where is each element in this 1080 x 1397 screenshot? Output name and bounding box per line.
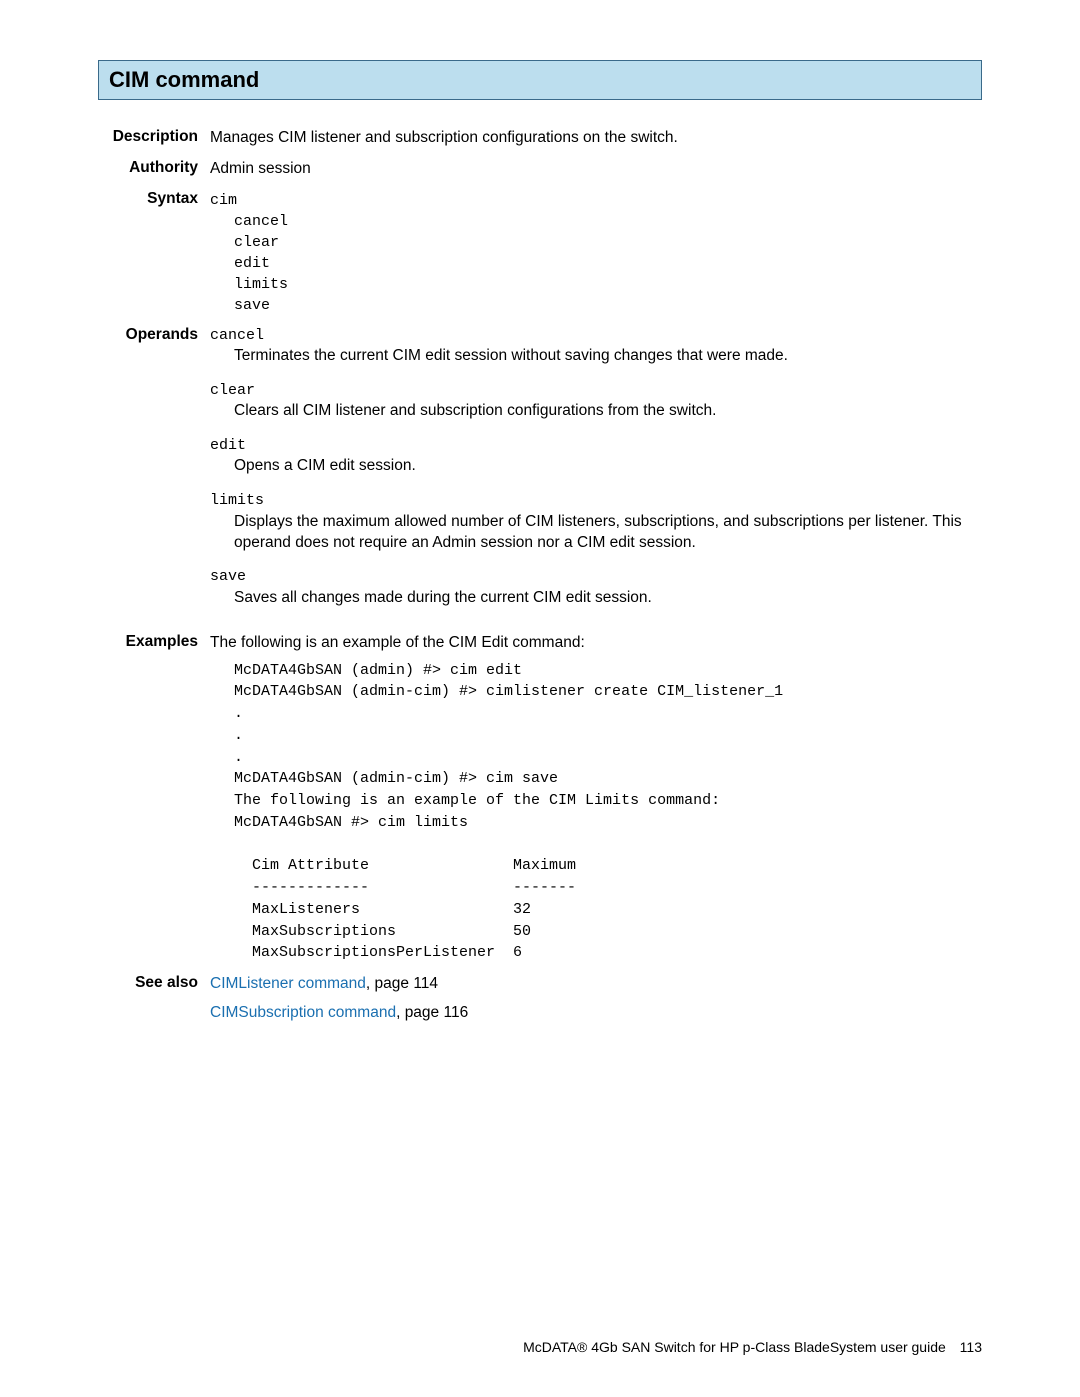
operand-name: save xyxy=(210,567,982,587)
operand-item: cancel Terminates the current CIM edit s… xyxy=(210,326,982,367)
operand-desc: Saves all changes made during the curren… xyxy=(210,588,982,609)
seealso-link[interactable]: CIMSubscription command xyxy=(210,1004,396,1021)
syntax-row: Syntax cim cancel clear edit limits save xyxy=(98,190,982,316)
operand-item: edit Opens a CIM edit session. xyxy=(210,436,982,477)
authority-row: Authority Admin session xyxy=(98,159,982,180)
operands-row: Operands cancel Terminates the current C… xyxy=(98,326,982,623)
operand-name: edit xyxy=(210,436,982,456)
seealso-link[interactable]: CIMListener command xyxy=(210,975,366,992)
description-row: Description Manages CIM listener and sub… xyxy=(98,128,982,149)
operand-desc: Clears all CIM listener and subscription… xyxy=(210,401,982,422)
examples-label: Examples xyxy=(98,633,210,651)
authority-label: Authority xyxy=(98,159,210,177)
footer-page-number: 113 xyxy=(960,1339,982,1355)
operand-item: save Saves all changes made during the c… xyxy=(210,567,982,608)
operand-name: limits xyxy=(210,491,982,511)
document-page: CIM command Description Manages CIM list… xyxy=(0,0,1080,1397)
seealso-item: CIMSubscription command, page 116 xyxy=(210,1003,982,1024)
section-title: CIM command xyxy=(109,67,971,93)
syntax-label: Syntax xyxy=(98,190,210,208)
seealso-suffix: , page 114 xyxy=(366,975,438,992)
operand-desc: Displays the maximum allowed number of C… xyxy=(210,512,982,554)
operands-list: cancel Terminates the current CIM edit s… xyxy=(210,326,982,623)
syntax-arg: limits xyxy=(210,274,982,295)
syntax-block: cim cancel clear edit limits save xyxy=(210,190,982,316)
examples-row: Examples The following is an example of … xyxy=(98,633,982,964)
syntax-arg: edit xyxy=(210,253,982,274)
operand-item: clear Clears all CIM listener and subscr… xyxy=(210,381,982,422)
section-title-bar: CIM command xyxy=(98,60,982,100)
examples-intro: The following is an example of the CIM E… xyxy=(210,633,982,654)
seealso-suffix: , page 116 xyxy=(396,1004,468,1021)
seealso-label: See also xyxy=(98,974,210,992)
operand-name: clear xyxy=(210,381,982,401)
footer-text: McDATA® 4Gb SAN Switch for HP p-Class Bl… xyxy=(523,1339,946,1355)
page-footer: McDATA® 4Gb SAN Switch for HP p-Class Bl… xyxy=(523,1339,982,1355)
operand-item: limits Displays the maximum allowed numb… xyxy=(210,491,982,553)
syntax-command: cim xyxy=(210,190,982,211)
operand-desc: Terminates the current CIM edit session … xyxy=(210,346,982,367)
seealso-list: CIMListener command, page 114 CIMSubscri… xyxy=(210,974,982,1032)
seealso-item: CIMListener command, page 114 xyxy=(210,974,982,995)
examples-code: McDATA4GbSAN (admin) #> cim edit McDATA4… xyxy=(234,660,982,965)
description-text: Manages CIM listener and subscription co… xyxy=(210,128,982,149)
syntax-arg: clear xyxy=(210,232,982,253)
syntax-arg: save xyxy=(210,295,982,316)
seealso-row: See also CIMListener command, page 114 C… xyxy=(98,974,982,1032)
examples-block: The following is an example of the CIM E… xyxy=(210,633,982,964)
operand-name: cancel xyxy=(210,326,982,346)
syntax-arg: cancel xyxy=(210,211,982,232)
operand-desc: Opens a CIM edit session. xyxy=(210,456,982,477)
description-label: Description xyxy=(98,128,210,146)
authority-text: Admin session xyxy=(210,159,982,180)
operands-label: Operands xyxy=(98,326,210,344)
